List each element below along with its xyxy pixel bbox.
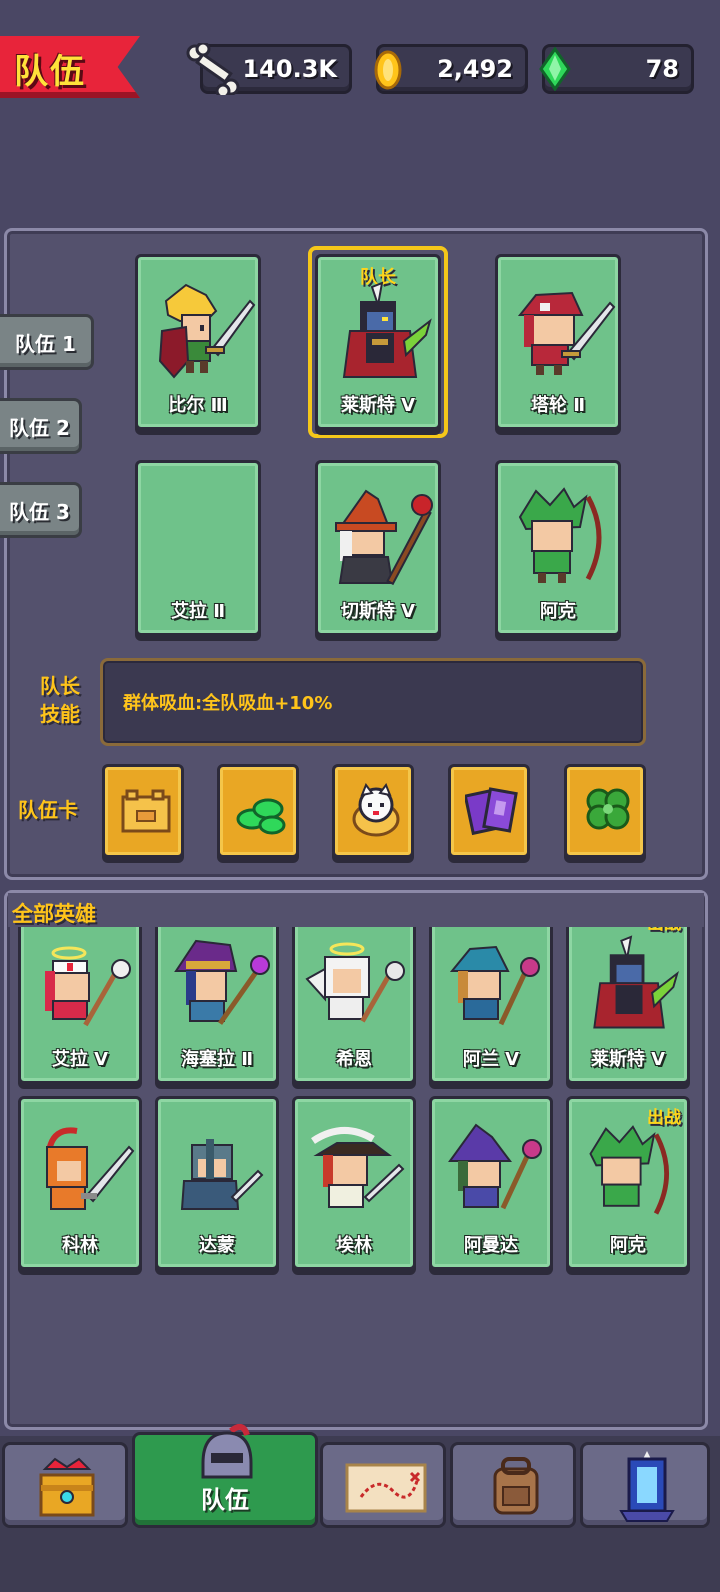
roster-hero-lester[interactable]: 出战 莱斯特 Ⅴ <box>566 910 690 1084</box>
nav-team-label: 队伍 <box>201 1486 249 1514</box>
gem-currency[interactable]: 78 <box>539 44 694 94</box>
purple-wizard-icon <box>448 1123 542 1210</box>
roster-hero-ailin[interactable]: 埃林 <box>292 1096 416 1270</box>
captain-skill-text: 群体吸血:全队吸血+10% <box>123 693 333 714</box>
lucky-cat-icon <box>352 783 400 837</box>
team-slot-3[interactable]: 塔轮 Ⅱ <box>495 254 621 430</box>
hero-name: 阿曼达 <box>464 1235 518 1256</box>
hero-name: 科林 <box>62 1235 98 1256</box>
roster-hero-amanda[interactable]: 阿曼达 <box>429 1096 553 1270</box>
nav-treasure[interactable] <box>2 1442 128 1528</box>
red-wizard-icon <box>335 489 433 586</box>
gold-coin-icon <box>374 50 402 90</box>
tab-team-3[interactable]: 队伍 3 <box>0 482 82 538</box>
hero-name: 切斯特 Ⅴ <box>340 601 416 622</box>
hero-name: 阿克 <box>610 1235 646 1256</box>
knight-sword-shield-icon <box>158 283 256 379</box>
red-hat-swordsman-icon <box>517 291 616 375</box>
skill-label-line2: 技能 <box>40 702 80 726</box>
hero-name: 埃林 <box>336 1235 372 1256</box>
nav-tower[interactable] <box>580 1442 710 1528</box>
blue-mage-icon <box>449 945 540 1026</box>
hero-name: 阿克 <box>540 601 576 622</box>
team-card-1[interactable] <box>102 764 184 858</box>
purple-witch-icon <box>174 939 270 1025</box>
roster-hero-haisaila[interactable]: 海塞拉 Ⅱ <box>155 910 279 1084</box>
dark-knight-icon <box>593 935 679 1029</box>
hero-name: 艾拉 Ⅴ <box>51 1049 109 1070</box>
hero-name: 艾拉 Ⅱ <box>170 601 226 622</box>
captain-skill-box: 群体吸血:全队吸血+10% <box>100 658 646 746</box>
backpack-icon <box>493 1457 539 1515</box>
nav-backpack[interactable] <box>450 1442 576 1528</box>
clover-icon <box>586 788 630 830</box>
dark-knight-icon <box>342 281 432 378</box>
tab-team-2[interactable]: 队伍 2 <box>0 398 82 454</box>
page-title-banner: 队伍 <box>0 36 140 98</box>
team-card-4[interactable] <box>448 764 530 858</box>
hero-name: 莱斯特 Ⅴ <box>590 1049 666 1070</box>
helmet-icon <box>201 1423 253 1479</box>
team-card-2[interactable] <box>217 764 299 858</box>
nav-team[interactable]: 队伍 <box>132 1423 318 1528</box>
team-card-5[interactable] <box>564 764 646 858</box>
skill-label-line1: 队长 <box>40 674 80 698</box>
green-archer-icon <box>589 1125 670 1215</box>
hero-name: 阿兰 Ⅴ <box>462 1049 520 1070</box>
gem-amount: 78 <box>645 55 679 83</box>
hero-name: 希恩 <box>336 1049 372 1070</box>
team-slot-5[interactable]: 切斯特 Ⅴ <box>315 460 441 636</box>
roster-hero-ake[interactable]: 出战 阿克 <box>566 1096 690 1270</box>
green-archer-icon <box>518 487 602 583</box>
pirate-swordsman-icon <box>311 1127 405 1208</box>
team-slot-1[interactable]: 比尔 Ⅲ <box>135 254 261 430</box>
crystal-tower-icon <box>619 1451 675 1522</box>
all-heroes-header-strip <box>8 893 704 927</box>
piggy-bank-icon <box>121 789 171 833</box>
angel-cleric-icon <box>305 942 405 1023</box>
page-title: 队伍 <box>14 52 86 92</box>
roster-hero-alan[interactable]: 阿兰 Ⅴ <box>429 910 553 1084</box>
green-gem-icon <box>539 47 571 91</box>
treasure-chest-icon <box>39 1457 95 1517</box>
nurse-healer-icon <box>45 946 131 1027</box>
hero-name: 塔轮 Ⅱ <box>530 395 586 416</box>
green-gems-icon <box>236 798 286 835</box>
spartan-warrior-icon <box>46 1127 135 1210</box>
roster-hero-xien[interactable]: 希恩 <box>292 910 416 1084</box>
roster-hero-colin[interactable]: 科林 <box>18 1096 142 1270</box>
hero-name: 比尔 Ⅲ <box>168 395 228 416</box>
tab-team-1[interactable]: 队伍 1 <box>0 314 94 370</box>
gold-amount: 2,492 <box>437 55 513 83</box>
helmet-knight-icon <box>180 1139 264 1210</box>
team-slot-6[interactable]: 阿克 <box>495 460 621 636</box>
tarot-cards-icon <box>465 787 518 836</box>
hero-name: 海塞拉 Ⅱ <box>180 1049 254 1070</box>
nav-map[interactable] <box>320 1442 446 1528</box>
treasure-map-icon <box>345 1463 427 1513</box>
bone-currency[interactable]: 140.3K <box>186 43 352 95</box>
gold-currency[interactable]: 2,492 <box>374 44 528 94</box>
bone-amount: 140.3K <box>242 55 337 83</box>
captain-skill-label: 队长 技能 <box>40 672 80 728</box>
hero-name: 莱斯特 Ⅴ <box>340 395 416 416</box>
hero-name: 达蒙 <box>199 1235 235 1256</box>
bone-icon <box>186 43 240 95</box>
roster-hero-damon[interactable]: 达蒙 <box>155 1096 279 1270</box>
all-heroes-title-overlay: 全部英雄 <box>12 902 96 926</box>
team-slot-4[interactable]: 艾拉 Ⅱ <box>135 460 261 636</box>
roster-hero-ella[interactable]: 艾拉 Ⅴ <box>18 910 142 1084</box>
team-slot-2-captain[interactable]: 队长 莱斯特 Ⅴ <box>315 254 441 430</box>
team-cards-label: 队伍卡 <box>18 798 78 822</box>
team-card-3[interactable] <box>332 764 414 858</box>
